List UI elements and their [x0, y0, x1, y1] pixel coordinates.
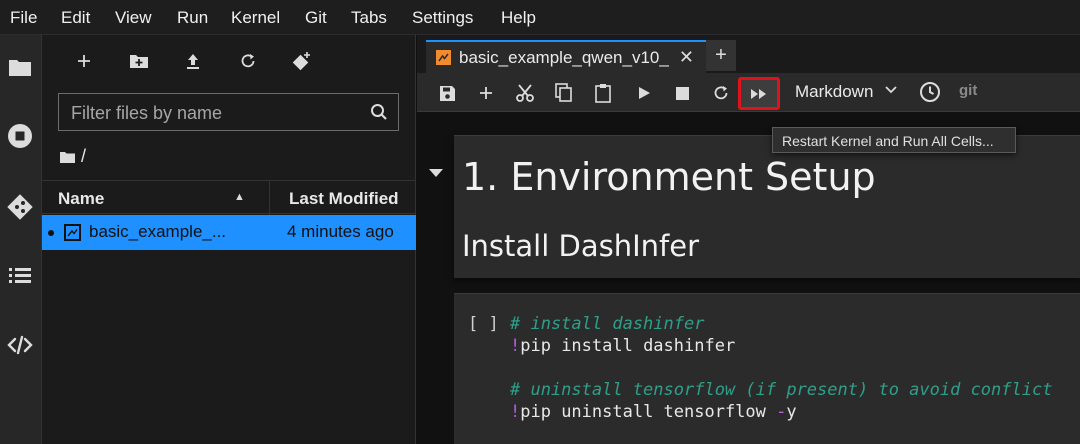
git-icon[interactable] [5, 192, 35, 222]
copy-icon [555, 83, 572, 102]
code-line-2: !pip install dashinfer [510, 336, 735, 356]
shell-magic: ! [510, 336, 521, 356]
clipboard-icon [595, 84, 611, 103]
code-comment: # install dashinfer [510, 314, 705, 334]
new-folder-icon [130, 55, 148, 68]
file-list-header: Name ▲ Last Modified [42, 180, 416, 215]
filter-placeholder: Filter files by name [71, 103, 223, 123]
notebook-tab-icon [436, 50, 451, 65]
notebook-body: 1. Environment Setup Install DashInfer [… [417, 113, 1080, 444]
plus-icon [480, 87, 492, 99]
menu-view[interactable]: View [115, 8, 152, 28]
menu-git[interactable]: Git [305, 8, 327, 28]
chevron-down-icon[interactable] [885, 86, 897, 94]
code-text: pip uninstall tensorflow [520, 402, 777, 422]
code-line-1: # install dashinfer [510, 314, 704, 334]
notebook-panel: basic_example_qwen_v10_ ✕ + Markdown git… [417, 35, 1080, 444]
column-divider[interactable] [269, 181, 270, 215]
search-icon [371, 104, 387, 120]
cell-type-select[interactable]: Markdown [795, 82, 873, 102]
code-comment: # uninstall tensorflow (if present) to a… [510, 380, 1053, 400]
scissors-icon [516, 84, 534, 102]
save-icon [439, 85, 455, 101]
menu-tabs[interactable]: Tabs [351, 8, 387, 28]
stop-icon [675, 86, 689, 100]
tooltip-text: Restart Kernel and Run All Cells... [782, 133, 994, 149]
cut-button[interactable] [513, 81, 537, 105]
tab-notebook[interactable]: basic_example_qwen_v10_ ✕ [426, 40, 706, 73]
git-clone-icon [292, 52, 310, 71]
column-last-modified[interactable]: Last Modified [289, 189, 399, 209]
interrupt-button[interactable] [670, 81, 694, 105]
code-text: pip install dashinfer [520, 336, 736, 356]
run-cell-button[interactable] [632, 81, 656, 105]
restart-kernel-button[interactable] [709, 81, 733, 105]
breadcrumb[interactable]: / [60, 146, 86, 167]
filter-files-input[interactable]: Filter files by name [58, 93, 399, 131]
column-name[interactable]: Name [58, 189, 104, 209]
activity-bar [0, 35, 42, 444]
close-icon[interactable]: ✕ [679, 47, 694, 68]
menu-edit[interactable]: Edit [61, 8, 90, 28]
file-name: basic_example_... [89, 222, 227, 241]
menu-file[interactable]: File [10, 8, 37, 28]
refresh-button[interactable] [235, 49, 261, 73]
menu-run[interactable]: Run [177, 8, 208, 28]
heading-1: 1. Environment Setup [462, 155, 876, 199]
code-cell[interactable]: [ ] # install dashinfer !pip install das… [454, 293, 1080, 444]
clock-icon[interactable] [919, 81, 941, 103]
code-line-4: # uninstall tensorflow (if present) to a… [510, 380, 1052, 400]
new-tab-button[interactable]: + [706, 40, 736, 71]
refresh-icon [714, 86, 728, 100]
upload-button[interactable] [180, 49, 206, 73]
shell-magic: ! [510, 402, 521, 422]
code-text: y [786, 402, 797, 422]
file-modified: 4 minutes ago [287, 222, 394, 241]
git-diff-label[interactable]: git [959, 82, 977, 99]
collapse-heading-icon[interactable] [429, 168, 443, 178]
notebook-toolbar: Markdown git [417, 73, 1080, 112]
git-clone-button[interactable] [289, 49, 315, 73]
file-row[interactable]: basic_example_... 4 minutes ago [42, 215, 416, 250]
running-icon[interactable] [5, 121, 35, 151]
restart-run-all-button[interactable] [738, 77, 780, 110]
heading-2: Install DashInfer [462, 229, 700, 263]
menu-help[interactable]: Help [501, 8, 536, 28]
menu-bar: File Edit View Run Kernel Git Tabs Setti… [0, 0, 1080, 35]
new-folder-button[interactable] [126, 49, 152, 73]
sort-ascending-icon: ▲ [234, 191, 245, 203]
extension-code-icon[interactable] [5, 330, 35, 360]
upload-icon [187, 54, 199, 69]
notebook-file-icon [64, 224, 81, 241]
code-operator: - [776, 402, 787, 422]
refresh-icon [241, 54, 255, 68]
markdown-cell[interactable]: 1. Environment Setup Install DashInfer [454, 135, 1080, 278]
toc-icon[interactable] [5, 260, 35, 290]
running-dot-icon [48, 230, 54, 236]
execution-prompt: [ ] [468, 314, 499, 334]
menu-kernel[interactable]: Kernel [231, 8, 280, 28]
tab-title: basic_example_qwen_v10_ [459, 48, 669, 67]
folder-icon[interactable] [5, 52, 35, 82]
fast-forward-icon [751, 88, 766, 99]
breadcrumb-root[interactable]: / [81, 146, 86, 167]
tooltip: Restart Kernel and Run All Cells... [772, 127, 1016, 153]
code-line-5: !pip uninstall tensorflow -y [510, 402, 797, 422]
paste-button[interactable] [591, 81, 615, 105]
save-button[interactable] [435, 81, 459, 105]
new-launcher-button[interactable] [71, 49, 97, 73]
menu-settings[interactable]: Settings [412, 8, 473, 28]
home-folder-icon [60, 151, 75, 163]
insert-cell-button[interactable] [474, 81, 498, 105]
file-browser: Filter files by name / Name ▲ Last Modif… [42, 35, 416, 444]
tab-bar: basic_example_qwen_v10_ ✕ + [417, 35, 1080, 73]
plus-icon [78, 55, 90, 67]
play-icon [639, 87, 650, 99]
copy-button[interactable] [552, 81, 576, 105]
